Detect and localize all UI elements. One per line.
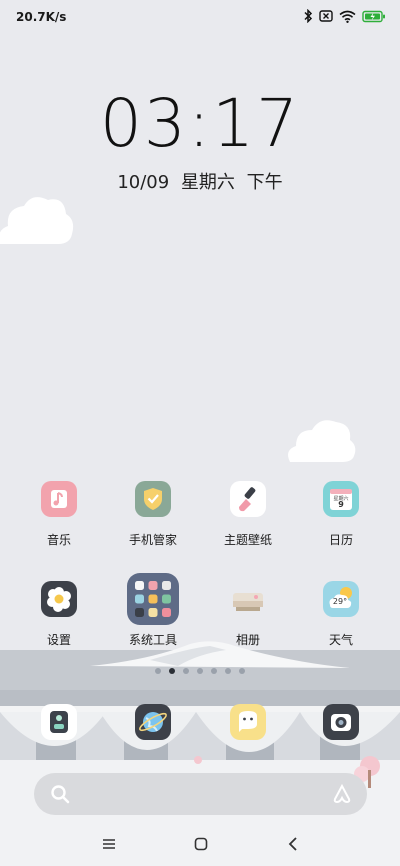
app-label: 音乐 [46,533,71,547]
settings-icon [41,581,77,617]
dock-messages[interactable] [198,704,298,740]
folder-icon [127,573,179,625]
cloud-left-decoration [0,197,74,244]
page-dot[interactable] [211,668,217,674]
messages-icon [230,704,266,740]
wifi-icon [339,10,356,23]
network-speed: 20.7K/s [16,10,67,24]
gallery-icon [230,581,266,617]
app-label: 设置 [46,633,71,647]
weather-temp: 29° [332,597,348,606]
app-music[interactable]: 音乐 [9,481,109,548]
calendar-day: 9 [338,500,344,509]
app-label: 手机管家 [128,533,177,547]
app-system-tools-folder[interactable]: 系统工具 [103,573,203,648]
theme-icon [230,481,266,517]
security-icon [135,481,171,517]
lock-clock: 03:17 [99,85,301,162]
app-settings[interactable]: 设置 [9,581,109,648]
weather-icon: 29° [323,581,359,617]
page-dot[interactable] [155,668,161,674]
status-icons [303,9,386,23]
app-label: 日历 [328,533,353,547]
date-text: 10/09 [117,172,170,193]
menu-icon[interactable] [102,838,116,850]
app-themes[interactable]: 主题壁纸 [198,481,298,548]
back-icon[interactable] [288,836,298,852]
phone-icon [41,704,77,740]
period-text: 下午 [246,172,283,193]
page-dot[interactable] [239,668,245,674]
app-label: 天气 [328,633,353,647]
status-bar: 20.7K/s [0,0,400,34]
page-dot[interactable] [183,668,189,674]
app-calendar[interactable]: 星期六 9 日历 [291,481,391,548]
dock-camera[interactable] [291,704,391,740]
app-security[interactable]: 手机管家 [103,481,203,548]
battery-charging-icon [362,10,385,22]
app-label: 主题壁纸 [223,533,272,547]
app-gallery[interactable]: 相册 [198,581,298,648]
navigation-bar [0,826,400,866]
dock-phone[interactable] [9,704,109,740]
page-dot-active[interactable] [169,668,175,674]
ai-assistant-icon[interactable] [331,783,353,805]
camera-icon [323,704,359,740]
weekday-text: 星期六 [180,172,235,193]
page-indicator[interactable] [0,668,400,674]
home-icon[interactable] [194,837,208,851]
page-dot[interactable] [225,668,231,674]
search-bar[interactable] [34,773,367,815]
music-icon [41,481,77,517]
dock-browser[interactable] [103,704,203,740]
calendar-icon: 星期六 9 [323,481,359,517]
browser-icon [135,704,171,740]
cloud-right-decoration [288,420,356,462]
page-dot[interactable] [197,668,203,674]
app-weather[interactable]: 29° 天气 [291,581,391,648]
bluetooth-icon [304,9,313,23]
search-icon[interactable] [50,784,70,804]
app-label: 相册 [235,633,260,647]
app-label: 系统工具 [128,633,177,647]
sim-no-signal-icon [319,10,333,22]
